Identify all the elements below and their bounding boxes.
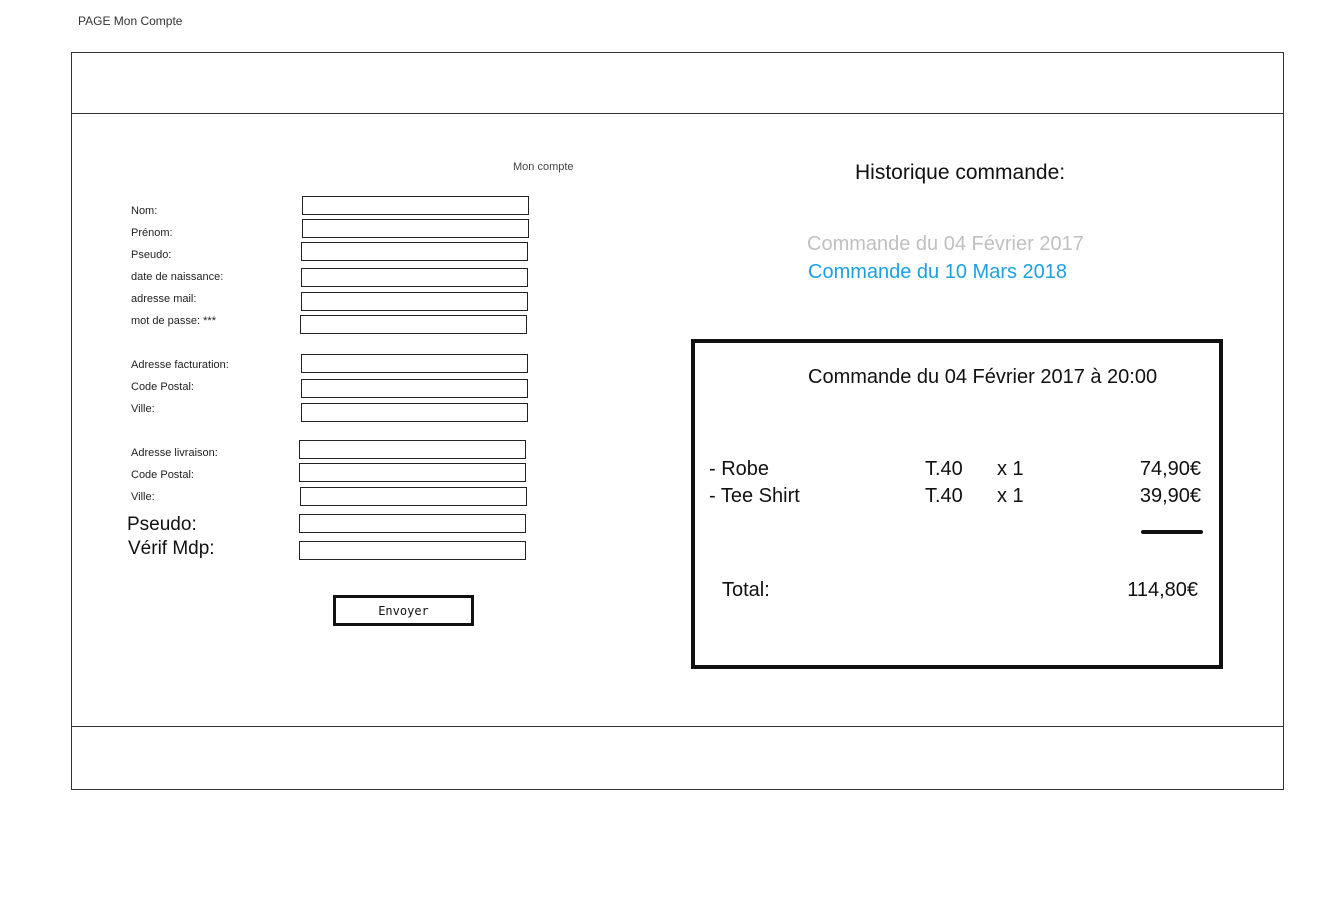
total-label: Total: [722, 579, 770, 601]
item-robe-price: 74,90€ [1139, 458, 1201, 480]
nom-input[interactable] [302, 196, 529, 215]
email-label: adresse mail: [131, 293, 197, 305]
form-title: Mon compte [513, 161, 574, 173]
delivery-address-input[interactable] [299, 440, 526, 459]
billing-zip-label: Code Postal: [131, 381, 194, 393]
item-robe-name: - Robe [709, 458, 770, 480]
order-link-2018[interactable]: Commande du 10 Mars 2018 [808, 261, 1067, 284]
send-button[interactable]: Envoyer [333, 595, 474, 626]
delivery-city-label: Ville: [131, 491, 155, 503]
pseudo-label: Pseudo: [131, 249, 172, 261]
billing-city-input[interactable] [301, 403, 528, 422]
prenom-label: Prénom: [131, 227, 173, 239]
delivery-city-input[interactable] [300, 487, 527, 506]
password-input[interactable] [300, 315, 527, 334]
pseudo-input[interactable] [301, 242, 528, 261]
pseudo-confirm-input[interactable] [299, 514, 526, 533]
page-label: PAGE Mon Compte [78, 14, 183, 28]
email-input[interactable] [301, 292, 528, 311]
sum-divider [1141, 530, 1203, 534]
verif-mdp-input[interactable] [299, 541, 526, 560]
billing-city-label: Ville: [131, 403, 155, 415]
footer-divider [71, 726, 1284, 727]
history-title: Historique commande: [855, 161, 1066, 184]
item-robe-size: T.40 [925, 458, 963, 480]
password-label: mot de passe: *** [131, 315, 216, 327]
verif-mdp-label: Vérif Mdp: [128, 538, 215, 559]
total-value: 114,80€ [1127, 579, 1198, 601]
nom-label: Nom: [131, 205, 158, 217]
order-link-2017[interactable]: Commande du 04 Février 2017 [807, 233, 1084, 256]
delivery-zip-label: Code Postal: [131, 469, 194, 481]
item-teeshirt-price: 39,90€ [1139, 485, 1201, 507]
order-detail-title: Commande du 04 Février 2017 à 20:00 [808, 366, 1158, 388]
item-robe-qty: x 1 [997, 458, 1024, 480]
delivery-address-label: Adresse livraison: [131, 447, 218, 459]
prenom-input[interactable] [302, 219, 529, 238]
item-teeshirt-name: - Tee Shirt [709, 485, 800, 507]
delivery-zip-input[interactable] [299, 463, 526, 482]
item-teeshirt-size: T.40 [925, 485, 963, 507]
billing-address-label: Adresse facturation: [131, 359, 229, 371]
billing-zip-input[interactable] [301, 379, 528, 398]
birthdate-label: date de naissance: [131, 271, 224, 283]
pseudo-confirm-label: Pseudo: [127, 514, 197, 535]
item-teeshirt-qty: x 1 [997, 485, 1024, 507]
billing-address-input[interactable] [301, 354, 528, 373]
header-divider [71, 113, 1284, 114]
birthdate-input[interactable] [301, 268, 528, 287]
